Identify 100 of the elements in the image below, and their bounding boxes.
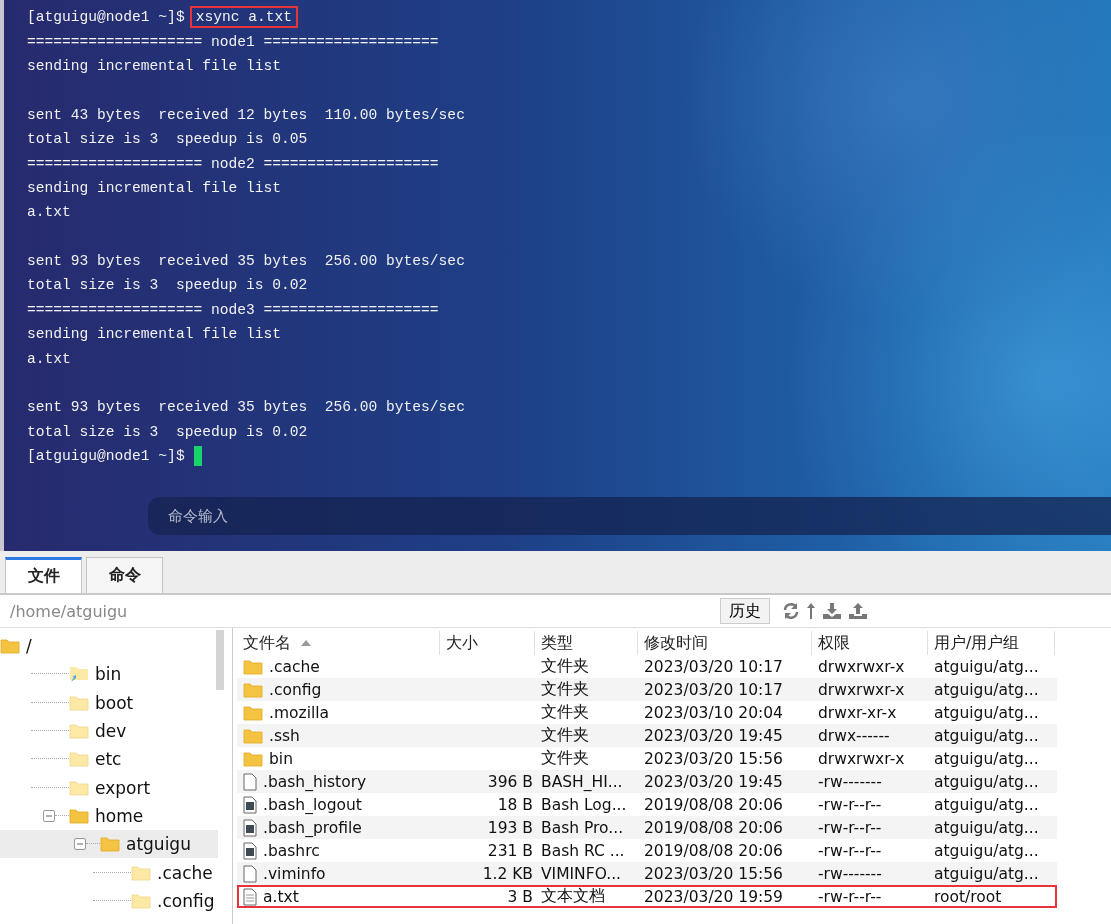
modified-time: 2023/03/20 15:56 <box>643 749 784 768</box>
folder-icon <box>243 704 263 721</box>
shell-prompt: [atguigu@node1 ~]$ <box>27 9 185 26</box>
file-name: .mozilla <box>269 703 330 722</box>
owner: atguigu/atg... <box>933 657 1040 676</box>
file-size: 396 B <box>486 772 534 791</box>
permissions: drwx------ <box>817 726 891 745</box>
modified-time: 2023/03/20 10:17 <box>643 657 784 676</box>
upload-icon[interactable] <box>848 602 868 620</box>
terminal-output: ==================== node3 ==================== <box>27 301 439 318</box>
file-type: Bash Log... <box>540 795 628 814</box>
folder-icon <box>69 694 89 711</box>
owner: atguigu/atg... <box>933 772 1040 791</box>
text-file-icon <box>243 887 257 906</box>
script-file-icon <box>243 841 257 860</box>
tree-item[interactable]: home <box>0 801 218 831</box>
modified-time: 2023/03/20 15:56 <box>643 864 784 883</box>
file-size: 231 B <box>486 841 534 860</box>
file-name: bin <box>269 749 293 768</box>
file-name: .ssh <box>269 726 300 745</box>
folder-icon <box>69 807 89 824</box>
owner: atguigu/atg... <box>933 703 1040 722</box>
history-button[interactable]: 历史 <box>720 598 770 624</box>
file-icon <box>243 864 257 883</box>
refresh-icon[interactable] <box>782 602 800 620</box>
tab[interactable]: 命令 <box>86 557 163 593</box>
owner: atguigu/atg... <box>933 726 1040 745</box>
file-type: 文件夹 <box>540 703 590 722</box>
terminal-output: sent 93 bytes received 35 bytes 256.00 bytes/sec <box>27 253 465 270</box>
modified-time: 2019/08/08 20:06 <box>643 795 784 814</box>
terminal-output: ==================== node2 ==================== <box>27 155 439 172</box>
terminal-output: sent 93 bytes received 35 bytes 256.00 bytes/sec <box>27 399 465 416</box>
folder-icon <box>100 836 120 853</box>
file-row[interactable]: a.txt 3 B 文本文档 2023/03/20 19:59 -rw-r--r-- root/root <box>237 885 1057 908</box>
modified-time: 2019/08/08 20:06 <box>643 818 784 837</box>
tree-item[interactable]: bin <box>0 660 218 689</box>
folder-icon <box>243 727 263 744</box>
owner: atguigu/atg... <box>933 841 1040 860</box>
up-arrow-icon[interactable] <box>806 602 816 620</box>
shell-prompt: [atguigu@node1 ~]$ <box>27 448 185 465</box>
tree-item[interactable]: dev <box>0 716 218 746</box>
collapse-icon[interactable] <box>74 838 86 851</box>
file-size: 18 B <box>496 795 534 814</box>
file-name: .cache <box>269 657 320 676</box>
terminal-output: a.txt <box>27 204 71 221</box>
tree-item[interactable]: .config <box>0 886 218 915</box>
permissions: -rw-r--r-- <box>817 795 883 814</box>
folder-icon <box>69 723 89 740</box>
command-input[interactable]: 命令输入 <box>148 497 1111 535</box>
terminal-output: total size is 3 speedup is 0.05 <box>27 131 308 148</box>
tree-item[interactable]: export <box>0 773 218 802</box>
file-name: a.txt <box>263 887 299 906</box>
file-type: VIMINFO... <box>540 864 622 883</box>
tree-item[interactable]: etc <box>0 745 218 774</box>
permissions: drwxrwxr-x <box>817 657 906 676</box>
folder-icon <box>69 751 89 768</box>
file-row[interactable]: .viminfo 1.2 KB VIMINFO... 2023/03/20 15:56 -rw------- atguigu/atg... <box>237 862 1057 885</box>
permissions: -rw-r--r-- <box>817 841 883 860</box>
owner: atguigu/atg... <box>933 818 1040 837</box>
owner: atguigu/atg... <box>933 864 1040 883</box>
terminal-output: sending incremental file list <box>27 326 281 343</box>
file-name: .bashrc <box>263 841 320 860</box>
scrollbar[interactable] <box>216 630 224 690</box>
permissions: -rw------- <box>817 864 883 883</box>
file-icon <box>243 772 257 791</box>
terminal-output: sending incremental file list <box>27 179 281 196</box>
script-file-icon <box>243 795 257 814</box>
file-row[interactable]: .bash_history 396 B BASH_HI... 2023/03/20 19:45 -rw------- atguigu/atg... <box>237 770 1057 793</box>
tree-item[interactable]: boot <box>0 688 218 717</box>
file-row[interactable]: .config 文件夹 2023/03/20 10:17 drwxrwxr-x atguigu/atg... <box>237 678 1057 701</box>
tree-item[interactable]: / <box>0 632 218 661</box>
file-type: Bash Pro... <box>540 818 625 837</box>
modified-time: 2023/03/20 10:17 <box>643 680 784 699</box>
owner: atguigu/atg... <box>933 680 1040 699</box>
permissions: -rw------- <box>817 772 883 791</box>
tree-item[interactable]: .cache <box>0 858 218 887</box>
owner: atguigu/atg... <box>933 795 1040 814</box>
tree-item[interactable]: atguigu <box>0 830 218 859</box>
file-row[interactable]: .bash_profile 193 B Bash Pro... 2019/08/08 20:06 -rw-r--r-- atguigu/atg... <box>237 816 1057 839</box>
terminal-output: ==================== node1 ==================== <box>27 33 439 50</box>
file-type: 文件夹 <box>540 657 590 676</box>
download-icon[interactable] <box>822 602 842 620</box>
terminal-output: total size is 3 speedup is 0.02 <box>27 277 308 294</box>
folder-icon <box>131 864 151 881</box>
file-row[interactable]: .ssh 文件夹 2023/03/20 19:45 drwx------ atguigu/atg... <box>237 724 1057 747</box>
collapse-icon[interactable] <box>43 809 55 822</box>
file-type: BASH_HI... <box>540 772 624 791</box>
terminal-output: sent 43 bytes received 12 bytes 110.00 bytes/sec <box>27 106 465 123</box>
terminal-output: sending incremental file list <box>27 57 281 74</box>
file-type: 文件夹 <box>540 749 590 768</box>
permissions: drwxrwxr-x <box>817 749 906 768</box>
file-type: 文件夹 <box>540 726 590 745</box>
tab[interactable]: 文件 <box>5 557 82 593</box>
terminal-output: a.txt <box>27 350 71 367</box>
file-name: .viminfo <box>263 864 326 883</box>
file-name: .bash_profile <box>263 818 362 837</box>
owner: atguigu/atg... <box>933 749 1040 768</box>
path-field[interactable]: /home/atguigu <box>0 601 710 621</box>
file-name: .config <box>269 680 322 699</box>
sort-ascending-icon <box>301 640 311 646</box>
